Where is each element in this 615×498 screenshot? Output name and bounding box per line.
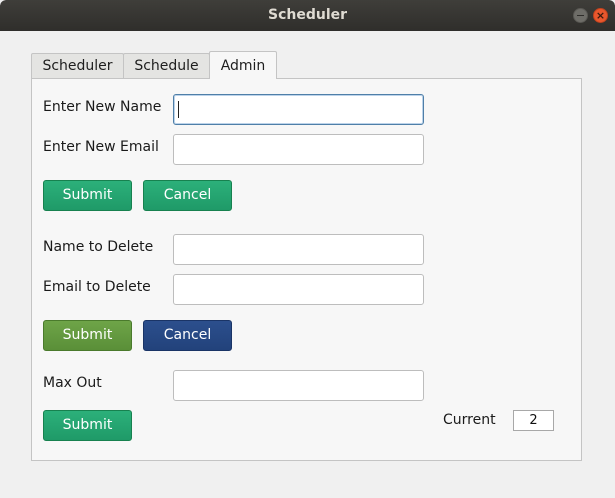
minimize-icon[interactable] (573, 8, 588, 23)
new-email-label: Enter New Email (43, 139, 159, 155)
tab-admin[interactable]: Admin (209, 51, 277, 79)
app-window: Scheduler × Scheduler Schedule Admin Ent… (0, 0, 615, 498)
new-name-input[interactable] (173, 94, 424, 125)
title-bar[interactable]: Scheduler × (0, 0, 615, 31)
delete-name-input[interactable] (173, 234, 424, 265)
current-value-display: 2 (513, 410, 554, 431)
max-out-input[interactable] (173, 370, 424, 401)
max-submit-button[interactable]: Submit (43, 410, 132, 441)
delete-name-label: Name to Delete (43, 239, 154, 255)
delete-cancel-button[interactable]: Cancel (143, 320, 232, 351)
current-label: Current (443, 412, 496, 428)
tab-scheduler[interactable]: Scheduler (31, 53, 124, 78)
delete-submit-button[interactable]: Submit (43, 320, 132, 351)
tab-label: Scheduler (42, 58, 113, 74)
window-title: Scheduler (267, 7, 348, 23)
tab-label: Schedule (134, 58, 199, 74)
text-caret (178, 101, 179, 118)
delete-email-label: Email to Delete (43, 279, 151, 295)
tab-schedule[interactable]: Schedule (123, 53, 210, 78)
delete-email-input[interactable] (173, 274, 424, 305)
add-cancel-button[interactable]: Cancel (143, 180, 232, 211)
close-icon[interactable]: × (593, 8, 608, 23)
max-out-label: Max Out (43, 375, 102, 391)
new-email-input[interactable] (173, 134, 424, 165)
add-submit-button[interactable]: Submit (43, 180, 132, 211)
tab-label: Admin (220, 58, 266, 74)
new-name-label: Enter New Name (43, 99, 162, 115)
